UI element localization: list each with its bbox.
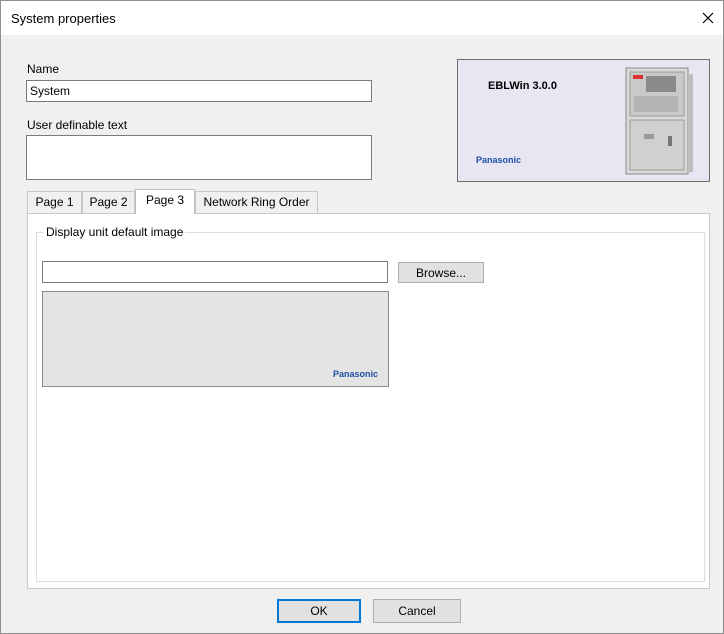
tab-network-ring-order[interactable]: Network Ring Order [195, 191, 318, 214]
close-button[interactable] [693, 1, 723, 35]
close-icon [702, 12, 714, 24]
user-text-label: User definable text [27, 118, 128, 132]
fire-panel-cabinet-image [625, 67, 693, 175]
tab-page-1[interactable]: Page 1 [27, 191, 82, 214]
product-logo-panel: EBLWin 3.0.0 Panasonic [457, 59, 710, 182]
display-unit-image-group: Display unit default image Browse... Pan… [36, 225, 705, 582]
product-title: EBLWin 3.0.0 [488, 80, 557, 92]
name-input[interactable] [26, 80, 372, 102]
browse-button[interactable]: Browse... [398, 262, 484, 283]
brand-logo: Panasonic [476, 155, 522, 165]
tab-panel-page-3: Display unit default image Browse... Pan… [27, 213, 710, 589]
tab-page-2[interactable]: Page 2 [82, 191, 135, 214]
title-bar: System properties [1, 1, 723, 35]
default-image-preview: Panasonic [42, 291, 389, 387]
user-text-input[interactable] [26, 135, 372, 180]
system-properties-dialog: System properties Name User definable te… [0, 0, 724, 634]
preview-brand-logo: Panasonic [332, 369, 378, 379]
ok-button[interactable]: OK [277, 599, 361, 623]
window-title: System properties [11, 11, 116, 26]
image-path-input[interactable] [42, 261, 388, 283]
name-label: Name [27, 62, 60, 76]
group-title: Display unit default image [44, 225, 186, 239]
cancel-button[interactable]: Cancel [373, 599, 461, 623]
tab-page-3[interactable]: Page 3 [135, 189, 195, 214]
